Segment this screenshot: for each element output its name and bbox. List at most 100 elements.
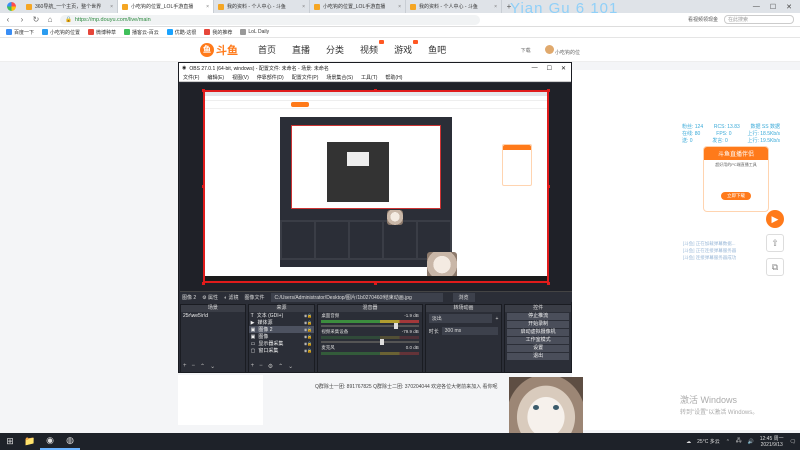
browse-button[interactable]: 浏览 bbox=[452, 292, 475, 302]
close-tab-icon[interactable]: × bbox=[206, 4, 209, 10]
exit-button[interactable]: 退出 bbox=[507, 353, 570, 360]
notification-icon[interactable]: 🗨 bbox=[790, 439, 796, 445]
folder-icon[interactable]: 📁 bbox=[20, 433, 40, 450]
minimize-icon[interactable]: — bbox=[753, 3, 760, 10]
resize-handle[interactable] bbox=[202, 89, 205, 92]
bookmark-item[interactable]: 播客云-百云 bbox=[124, 29, 159, 36]
obs-taskbar-icon[interactable]: ◉ bbox=[40, 433, 60, 450]
scene-item[interactable]: 25r\we5\r\d bbox=[181, 312, 245, 320]
volume-slider[interactable] bbox=[321, 323, 419, 329]
douyu-logo[interactable]: 鱼 斗鱼 bbox=[200, 42, 238, 58]
move-down-icon[interactable]: ⌄ bbox=[210, 363, 215, 370]
nav-yuba[interactable]: 鱼吧 bbox=[428, 43, 446, 56]
visibility-eye-icon[interactable]: ◉🔒 bbox=[304, 327, 312, 332]
resize-handle[interactable] bbox=[374, 282, 377, 285]
visibility-eye-icon[interactable]: ◉🔒 bbox=[304, 313, 312, 318]
start-recording-button[interactable]: 开始录制 bbox=[507, 321, 570, 328]
menu-profile[interactable]: 配置文件(P) bbox=[292, 74, 319, 81]
remove-icon[interactable]: − bbox=[259, 363, 263, 370]
weather-text[interactable]: 25°C 多云 bbox=[697, 438, 720, 445]
menu-edit[interactable]: 编辑(E) bbox=[207, 74, 224, 81]
maximize-icon[interactable]: ☐ bbox=[770, 3, 776, 11]
play-icon[interactable]: ▶ bbox=[766, 210, 784, 228]
resize-handle[interactable] bbox=[547, 89, 550, 92]
nav-live[interactable]: 直播 bbox=[292, 43, 310, 56]
visibility-eye-icon[interactable]: ◉🔒 bbox=[304, 334, 312, 339]
browser-tab[interactable]: 小吃钩的位置_LOL手游直播 × bbox=[310, 0, 406, 13]
obs-preview[interactable] bbox=[180, 83, 572, 291]
download-link[interactable]: 下载 bbox=[521, 47, 531, 54]
browser-logo-icon[interactable] bbox=[0, 0, 22, 13]
close-tab-icon[interactable]: × bbox=[398, 4, 401, 10]
move-up-icon[interactable]: ⌃ bbox=[200, 363, 205, 370]
obs-close-icon[interactable]: ✕ bbox=[561, 65, 566, 72]
bookmark-item[interactable]: LoL Daily bbox=[240, 29, 269, 35]
visibility-eye-icon[interactable]: ◉🔒 bbox=[304, 348, 312, 353]
home-icon[interactable]: ⌂ bbox=[46, 15, 54, 24]
close-icon[interactable]: ✕ bbox=[786, 3, 792, 11]
resize-handle[interactable] bbox=[547, 282, 550, 285]
bookmark-item[interactable]: 百度一下 bbox=[6, 29, 34, 36]
filters-button[interactable]: ◐ 滤镜 bbox=[224, 294, 238, 301]
bookmark-item[interactable]: 微博种草 bbox=[88, 29, 116, 36]
resize-handle[interactable] bbox=[202, 185, 205, 188]
nav-home[interactable]: 首页 bbox=[258, 43, 276, 56]
stop-streaming-button[interactable]: 停止推流 bbox=[507, 313, 570, 320]
menu-tools[interactable]: 工具(T) bbox=[361, 74, 377, 81]
duration-field[interactable]: 300 ms bbox=[441, 327, 499, 335]
nav-video[interactable]: 视频 bbox=[360, 40, 385, 56]
properties-button[interactable]: ⚙ 属性 bbox=[202, 294, 218, 301]
network-icon[interactable]: 🖧 bbox=[736, 438, 742, 446]
search-input[interactable]: 在此搜索 bbox=[724, 15, 794, 24]
browser-tab[interactable]: 我的资料 - 个人中心 - 斗鱼 × bbox=[406, 0, 502, 13]
user-menu[interactable]: 小吃钩的位 bbox=[544, 45, 580, 56]
source-item-selected[interactable]: ▣ 图像 2 ◉🔒 bbox=[248, 326, 315, 333]
visibility-eye-icon[interactable]: ◉🔒 bbox=[304, 341, 312, 346]
settings-button[interactable]: 设置 bbox=[507, 345, 570, 352]
add-icon[interactable]: + bbox=[183, 363, 187, 370]
upload-icon[interactable]: ⇧ bbox=[766, 234, 784, 252]
browser-tab-active[interactable]: 小吃钩的位置_LOL手游直播 × bbox=[118, 0, 214, 13]
download-companion-button[interactable]: 立即下载 bbox=[721, 192, 751, 200]
source-item[interactable]: ▢ 窗口采集 ◉🔒 bbox=[249, 347, 315, 355]
remove-icon[interactable]: − bbox=[192, 363, 196, 370]
video-promo-link[interactable]: 看视频领现金 bbox=[688, 16, 718, 23]
browser-tab[interactable]: 360导航_一个主页，整个世界 × bbox=[22, 0, 118, 13]
move-down-icon[interactable]: ⌄ bbox=[288, 363, 293, 370]
add-icon[interactable]: + bbox=[495, 316, 498, 322]
clock[interactable]: 12:45 周一 2021/9/13 bbox=[760, 436, 784, 448]
source-item[interactable]: T 文本 (GDI+) ◉🔒 bbox=[249, 312, 315, 320]
resize-handle[interactable] bbox=[202, 282, 205, 285]
gear-icon[interactable]: ⚙ bbox=[268, 363, 273, 370]
move-up-icon[interactable]: ⌃ bbox=[278, 363, 283, 370]
source-item[interactable]: ▶ 媒体源 ◉🔒 bbox=[249, 319, 315, 327]
browser-tab[interactable]: 我的资料 - 个人中心 - 斗鱼 × bbox=[214, 0, 310, 13]
menu-file[interactable]: 文件(F) bbox=[183, 74, 199, 81]
obs-minimize-icon[interactable]: — bbox=[532, 65, 538, 72]
close-tab-icon[interactable]: × bbox=[302, 4, 305, 10]
back-icon[interactable]: ‹ bbox=[4, 15, 12, 24]
menu-scene-collection[interactable]: 场景集合(S) bbox=[326, 74, 353, 81]
source-item[interactable]: ▣ 图像 ◉🔒 bbox=[249, 333, 315, 341]
virtual-camera-button[interactable]: 启动虚拟摄像机 bbox=[507, 329, 570, 336]
forward-icon[interactable]: › bbox=[18, 15, 26, 24]
menu-help[interactable]: 帮助(H) bbox=[385, 74, 402, 81]
close-tab-icon[interactable]: × bbox=[110, 4, 113, 10]
studio-mode-button[interactable]: 工作室模式 bbox=[507, 337, 570, 344]
bookmark-item[interactable]: 小吃钩的位置 bbox=[42, 29, 80, 36]
volume-icon[interactable]: 🔊 bbox=[748, 439, 754, 445]
add-icon[interactable]: + bbox=[251, 363, 255, 370]
visibility-eye-icon[interactable]: ◉🔒 bbox=[304, 320, 312, 325]
transition-select[interactable]: 淡出 bbox=[428, 314, 493, 323]
preview-canvas[interactable] bbox=[203, 90, 549, 283]
volume-slider[interactable] bbox=[321, 339, 419, 345]
bookmark-item[interactable]: 优酷-这很 bbox=[166, 29, 196, 36]
nav-category[interactable]: 分类 bbox=[326, 43, 344, 56]
resize-handle[interactable] bbox=[374, 89, 377, 92]
refresh-icon[interactable]: ↻ bbox=[32, 15, 40, 24]
tray-up-icon[interactable]: ⌃ bbox=[726, 439, 730, 445]
url-field[interactable]: 🔒 https://mp.douyu.com/live/main bbox=[60, 14, 480, 25]
menu-docks[interactable]: 停靠部件(D) bbox=[257, 74, 284, 81]
menu-view[interactable]: 视图(V) bbox=[232, 74, 249, 81]
share-icon[interactable]: ⧉ bbox=[766, 258, 784, 276]
